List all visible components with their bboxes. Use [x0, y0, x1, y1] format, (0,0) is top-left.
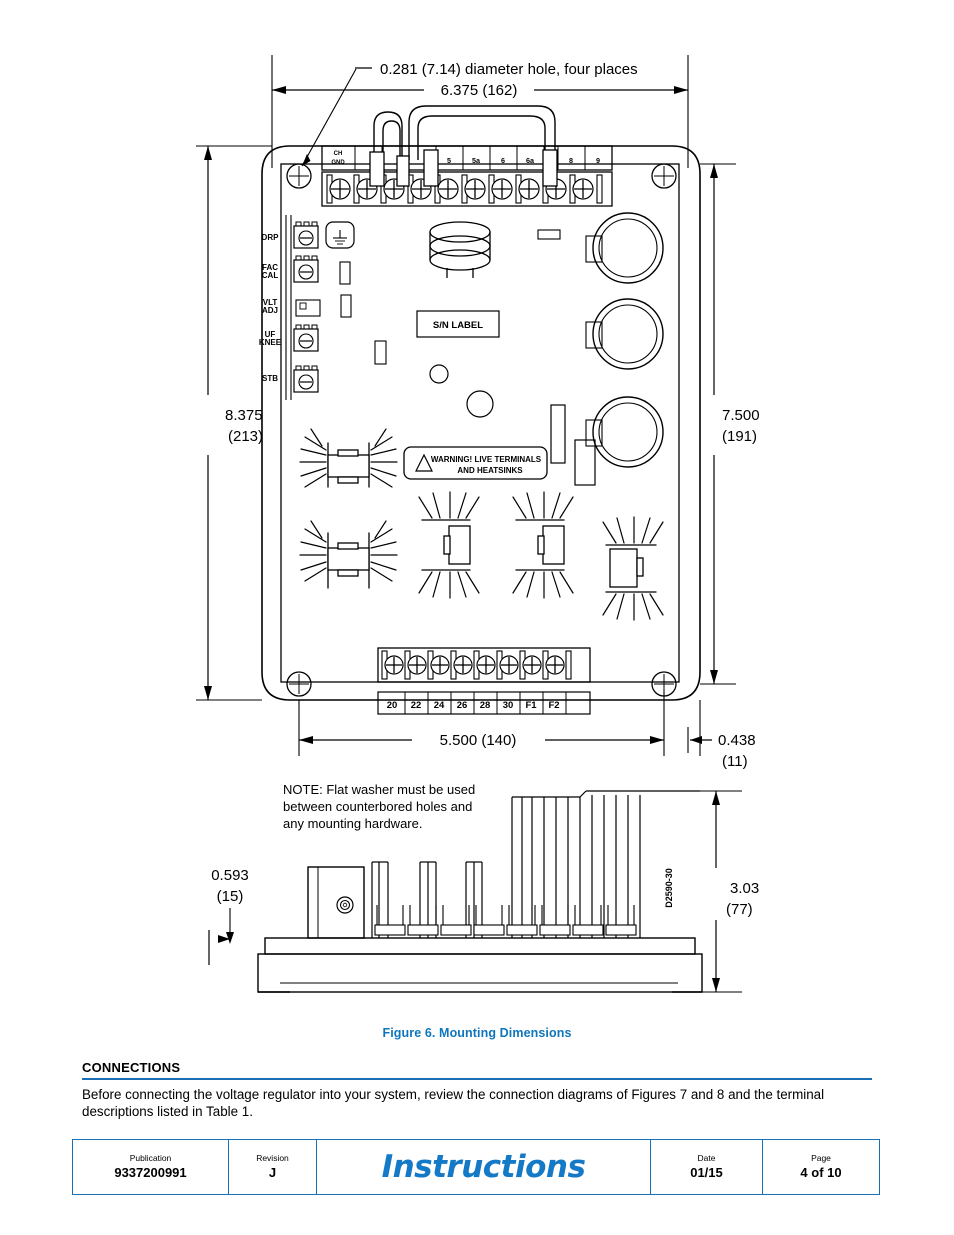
terminal-label-20: 20	[387, 700, 398, 711]
figure-caption-prefix: Figure 6	[382, 1026, 432, 1040]
dim-depth-right: 3.03 (77)	[700, 790, 759, 993]
terminal-label-6a: 6a	[526, 156, 535, 165]
warning-line-1: WARNING! LIVE TERMINALS	[431, 455, 542, 464]
section-divider	[82, 1078, 872, 1080]
terminal-label-6: 6	[501, 156, 505, 165]
pot-label-drp: DRP	[262, 233, 280, 242]
terminal-label-5: 5	[447, 156, 451, 165]
footer-date-value: 01/15	[690, 1165, 723, 1180]
flat-washer-note: NOTE: Flat washer must be used between c…	[283, 782, 475, 831]
footer-publication-label: Publication	[129, 1153, 172, 1163]
connections-paragraph: Before connecting the voltage regulator …	[82, 1086, 825, 1120]
footer-page-value: 4 of 10	[800, 1165, 842, 1180]
dim-edge: 0.438 (11)	[687, 700, 756, 770]
footer-revision-label: Revision	[256, 1153, 289, 1163]
hole-callout-text: 0.281 (7.14) diameter hole, four places	[380, 61, 638, 78]
terminal-strip-bottom: 20 22 24 26 28 30 F1 F2	[377, 647, 591, 715]
figure-caption: Figure 6. Mounting Dimensions	[0, 1026, 954, 1040]
terminal-label-30: 30	[503, 700, 514, 711]
dim-depth-right-in: 3.03	[730, 880, 759, 897]
hole-callout: 0.281 (7.14) diameter hole, four places	[301, 61, 638, 167]
pot-label-adj: ADJ	[262, 306, 278, 315]
dim-height-left-mm: (213)	[228, 428, 263, 445]
connections-section: CONNECTIONS Before connecting the voltag…	[82, 1060, 872, 1121]
capacitors	[585, 212, 664, 468]
footer-publication-value: 9337200991	[114, 1165, 187, 1180]
footer-title-cell: Instructions	[317, 1140, 651, 1194]
terminal-label-8: 8	[569, 156, 573, 165]
footer-publication: Publication 9337200991	[73, 1140, 229, 1194]
terminal-label-f2: F2	[548, 700, 559, 711]
terminal-label-24: 24	[434, 700, 445, 711]
terminal-label-9: 9	[596, 156, 600, 165]
footer-date-label: Date	[697, 1153, 716, 1163]
dim-depth-left-in: 0.593	[211, 867, 249, 884]
pot-label-knee: KNEE	[259, 338, 282, 347]
dim-width-bottom-text: 5.500 (140)	[440, 732, 517, 749]
terminal-label-28: 28	[480, 700, 491, 711]
dim-height-left: 8.375 (213)	[196, 145, 272, 701]
footer-revision-value: J	[268, 1165, 277, 1180]
dim-height-right-mm: (191)	[722, 428, 757, 445]
footer-page: Page 4 of 10	[763, 1140, 879, 1194]
terminal-label-26: 26	[457, 700, 468, 711]
terminal-label-chgnd-2: GND	[331, 160, 345, 166]
footer-revision: Revision J	[229, 1140, 317, 1194]
dim-height-right-in: 7.500	[722, 407, 760, 424]
terminal-label-5a: 5a	[472, 156, 481, 165]
figure-mounting-dimensions: 0.281 (7.14) diameter hole, four places …	[0, 0, 954, 1015]
connections-heading: CONNECTIONS	[82, 1060, 181, 1075]
dim-width-top-text: 6.375 (162)	[441, 82, 518, 99]
note-line-1: NOTE: Flat washer must be used	[283, 782, 475, 797]
footer-title: Instructions	[381, 1149, 586, 1185]
warning-label: WARNING! LIVE TERMINALS AND HEATSINKS	[403, 446, 548, 480]
figure-caption-text: . Mounting Dimensions	[431, 1026, 572, 1040]
sn-label-text: S/N LABEL	[433, 320, 483, 331]
dim-depth-left-mm: (15)	[217, 888, 244, 905]
page: 0.281 (7.14) diameter hole, four places …	[0, 0, 954, 1235]
terminal-label-22: 22	[411, 700, 422, 711]
terminal-label-f1: F1	[525, 700, 537, 711]
pot-label-stb: STB	[262, 374, 278, 383]
note-line-2: between counterbored holes and	[283, 799, 472, 814]
dim-depth-left: 0.593 (15)	[208, 867, 249, 965]
footer-page-label: Page	[811, 1153, 831, 1163]
drawing-number: D2590-30	[664, 868, 674, 908]
warning-line-2: AND HEATSINKS	[457, 466, 523, 475]
dim-edge-mm: (11)	[722, 753, 748, 770]
page-footer: Publication 9337200991 Revision J Instru…	[72, 1139, 880, 1195]
adjustment-pots: DRP FAC CAL VLT ADJ UF KNEE STB	[259, 215, 387, 400]
note-line-3: any mounting hardware.	[283, 816, 422, 831]
terminal-strip-top: CH GND 5 5a 6 6a 8 9	[321, 145, 613, 207]
dim-depth-right-mm: (77)	[726, 901, 753, 918]
top-wire-loops	[373, 105, 556, 160]
pot-label-cal: CAL	[262, 271, 279, 280]
center-components: S/N LABEL	[416, 221, 596, 486]
dim-edge-in: 0.438	[718, 732, 756, 749]
terminal-label-chgnd-1: CH	[334, 151, 343, 157]
footer-date: Date 01/15	[651, 1140, 763, 1194]
dim-height-left-in: 8.375	[225, 407, 263, 424]
dim-height-right: 7.500 (191)	[700, 163, 760, 685]
